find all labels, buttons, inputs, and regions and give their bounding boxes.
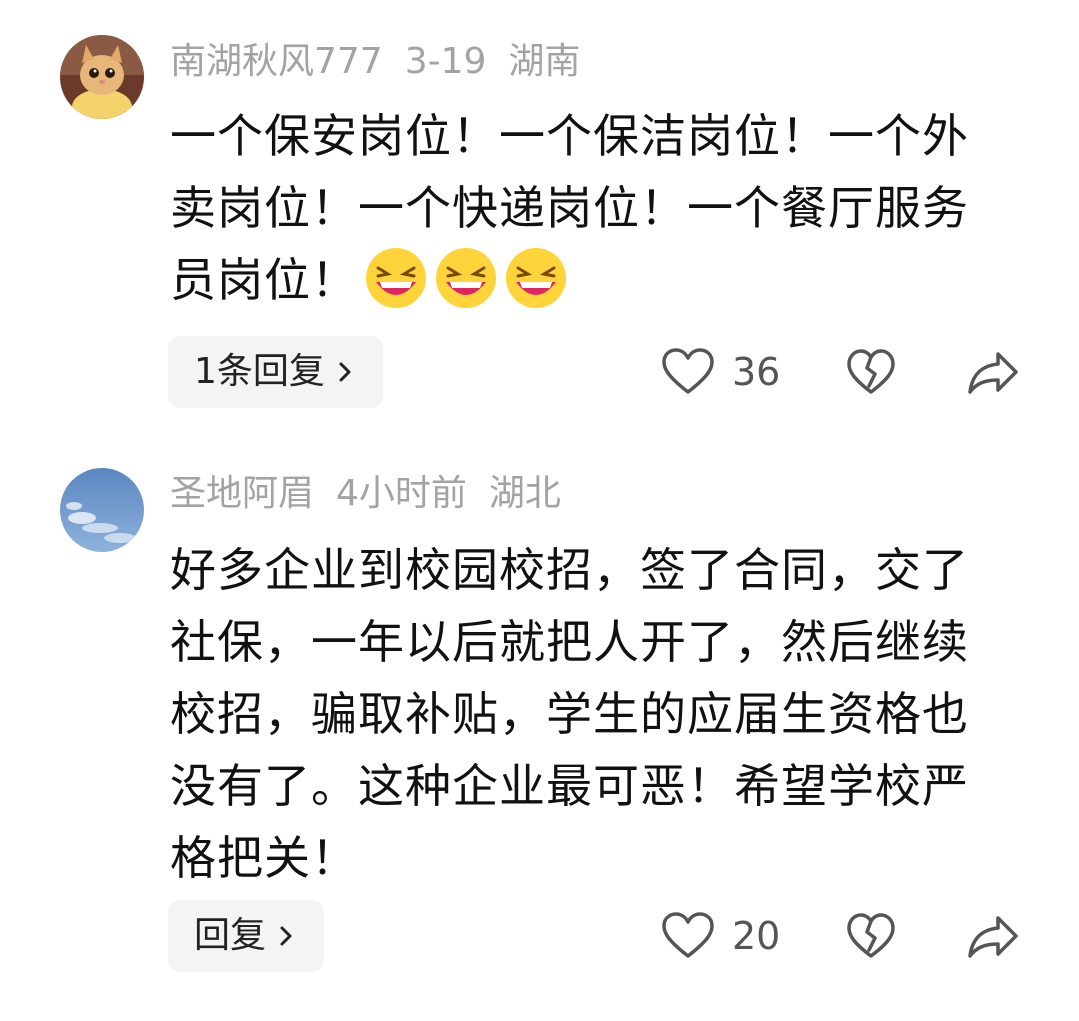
dislike-icon[interactable] [845, 906, 897, 966]
comment-text: 好多企业到校园校招，签了合同，交了社保，一年以后就把人开了，然后继续校招，骗取补… [170, 543, 969, 885]
reply-label: 回复 [194, 915, 267, 956]
like-count: 36 [732, 350, 781, 394]
view-replies-button[interactable]: 1条回复 [168, 336, 383, 408]
comment-meta: 南湖秋风777 3-19 湖南 [170, 40, 602, 84]
comment-text: 一个保安岗位！一个保洁岗位！一个外卖岗位！一个快递岗位！一个餐厅服务员岗位！ [170, 109, 969, 307]
comment-item: 南湖秋风777 3-19 湖南 一个保安岗位！一个保洁岗位！一个外卖岗位！一个快递岗… [0, 0, 1079, 430]
author-name[interactable]: 圣地阿眉 [170, 473, 314, 514]
sky-avatar-image [60, 468, 144, 552]
laughing-emoji-icon [366, 248, 426, 308]
dislike-icon[interactable] [845, 342, 897, 402]
share-icon[interactable] [966, 906, 1020, 966]
share-icon[interactable] [966, 342, 1020, 402]
comment-location: 湖北 [488, 473, 561, 514]
reply-label: 1条回复 [194, 351, 325, 392]
cat-avatar-image [60, 35, 144, 119]
comment-item: 圣地阿眉 4小时前 湖北 好多企业到校园校招，签了合同，交了社保，一年以后就把人开了… [0, 430, 1079, 1021]
laughing-emoji-icon [436, 248, 496, 308]
comment-body: 一个保安岗位！一个保洁岗位！一个外卖岗位！一个快递岗位！一个餐厅服务员岗位！ [170, 100, 990, 316]
comment-date: 3-19 [404, 41, 487, 82]
avatar[interactable] [60, 468, 144, 552]
comment-location: 湖南 [508, 41, 581, 82]
avatar[interactable] [60, 35, 144, 119]
chevron-right-icon [280, 926, 292, 946]
reply-button[interactable]: 回复 [168, 900, 325, 972]
comment-body: 好多企业到校园校招，签了合同，交了社保，一年以后就把人开了，然后继续校招，骗取补… [170, 534, 990, 894]
like-icon[interactable] [660, 342, 716, 402]
like-count: 20 [732, 914, 781, 958]
comment-meta: 圣地阿眉 4小时前 湖北 [170, 472, 583, 516]
chevron-right-icon [339, 362, 351, 382]
comment-date: 4小时前 [336, 473, 467, 514]
like-icon[interactable] [660, 906, 716, 966]
author-name[interactable]: 南湖秋风777 [170, 41, 383, 82]
laughing-emoji-icon [506, 248, 566, 308]
